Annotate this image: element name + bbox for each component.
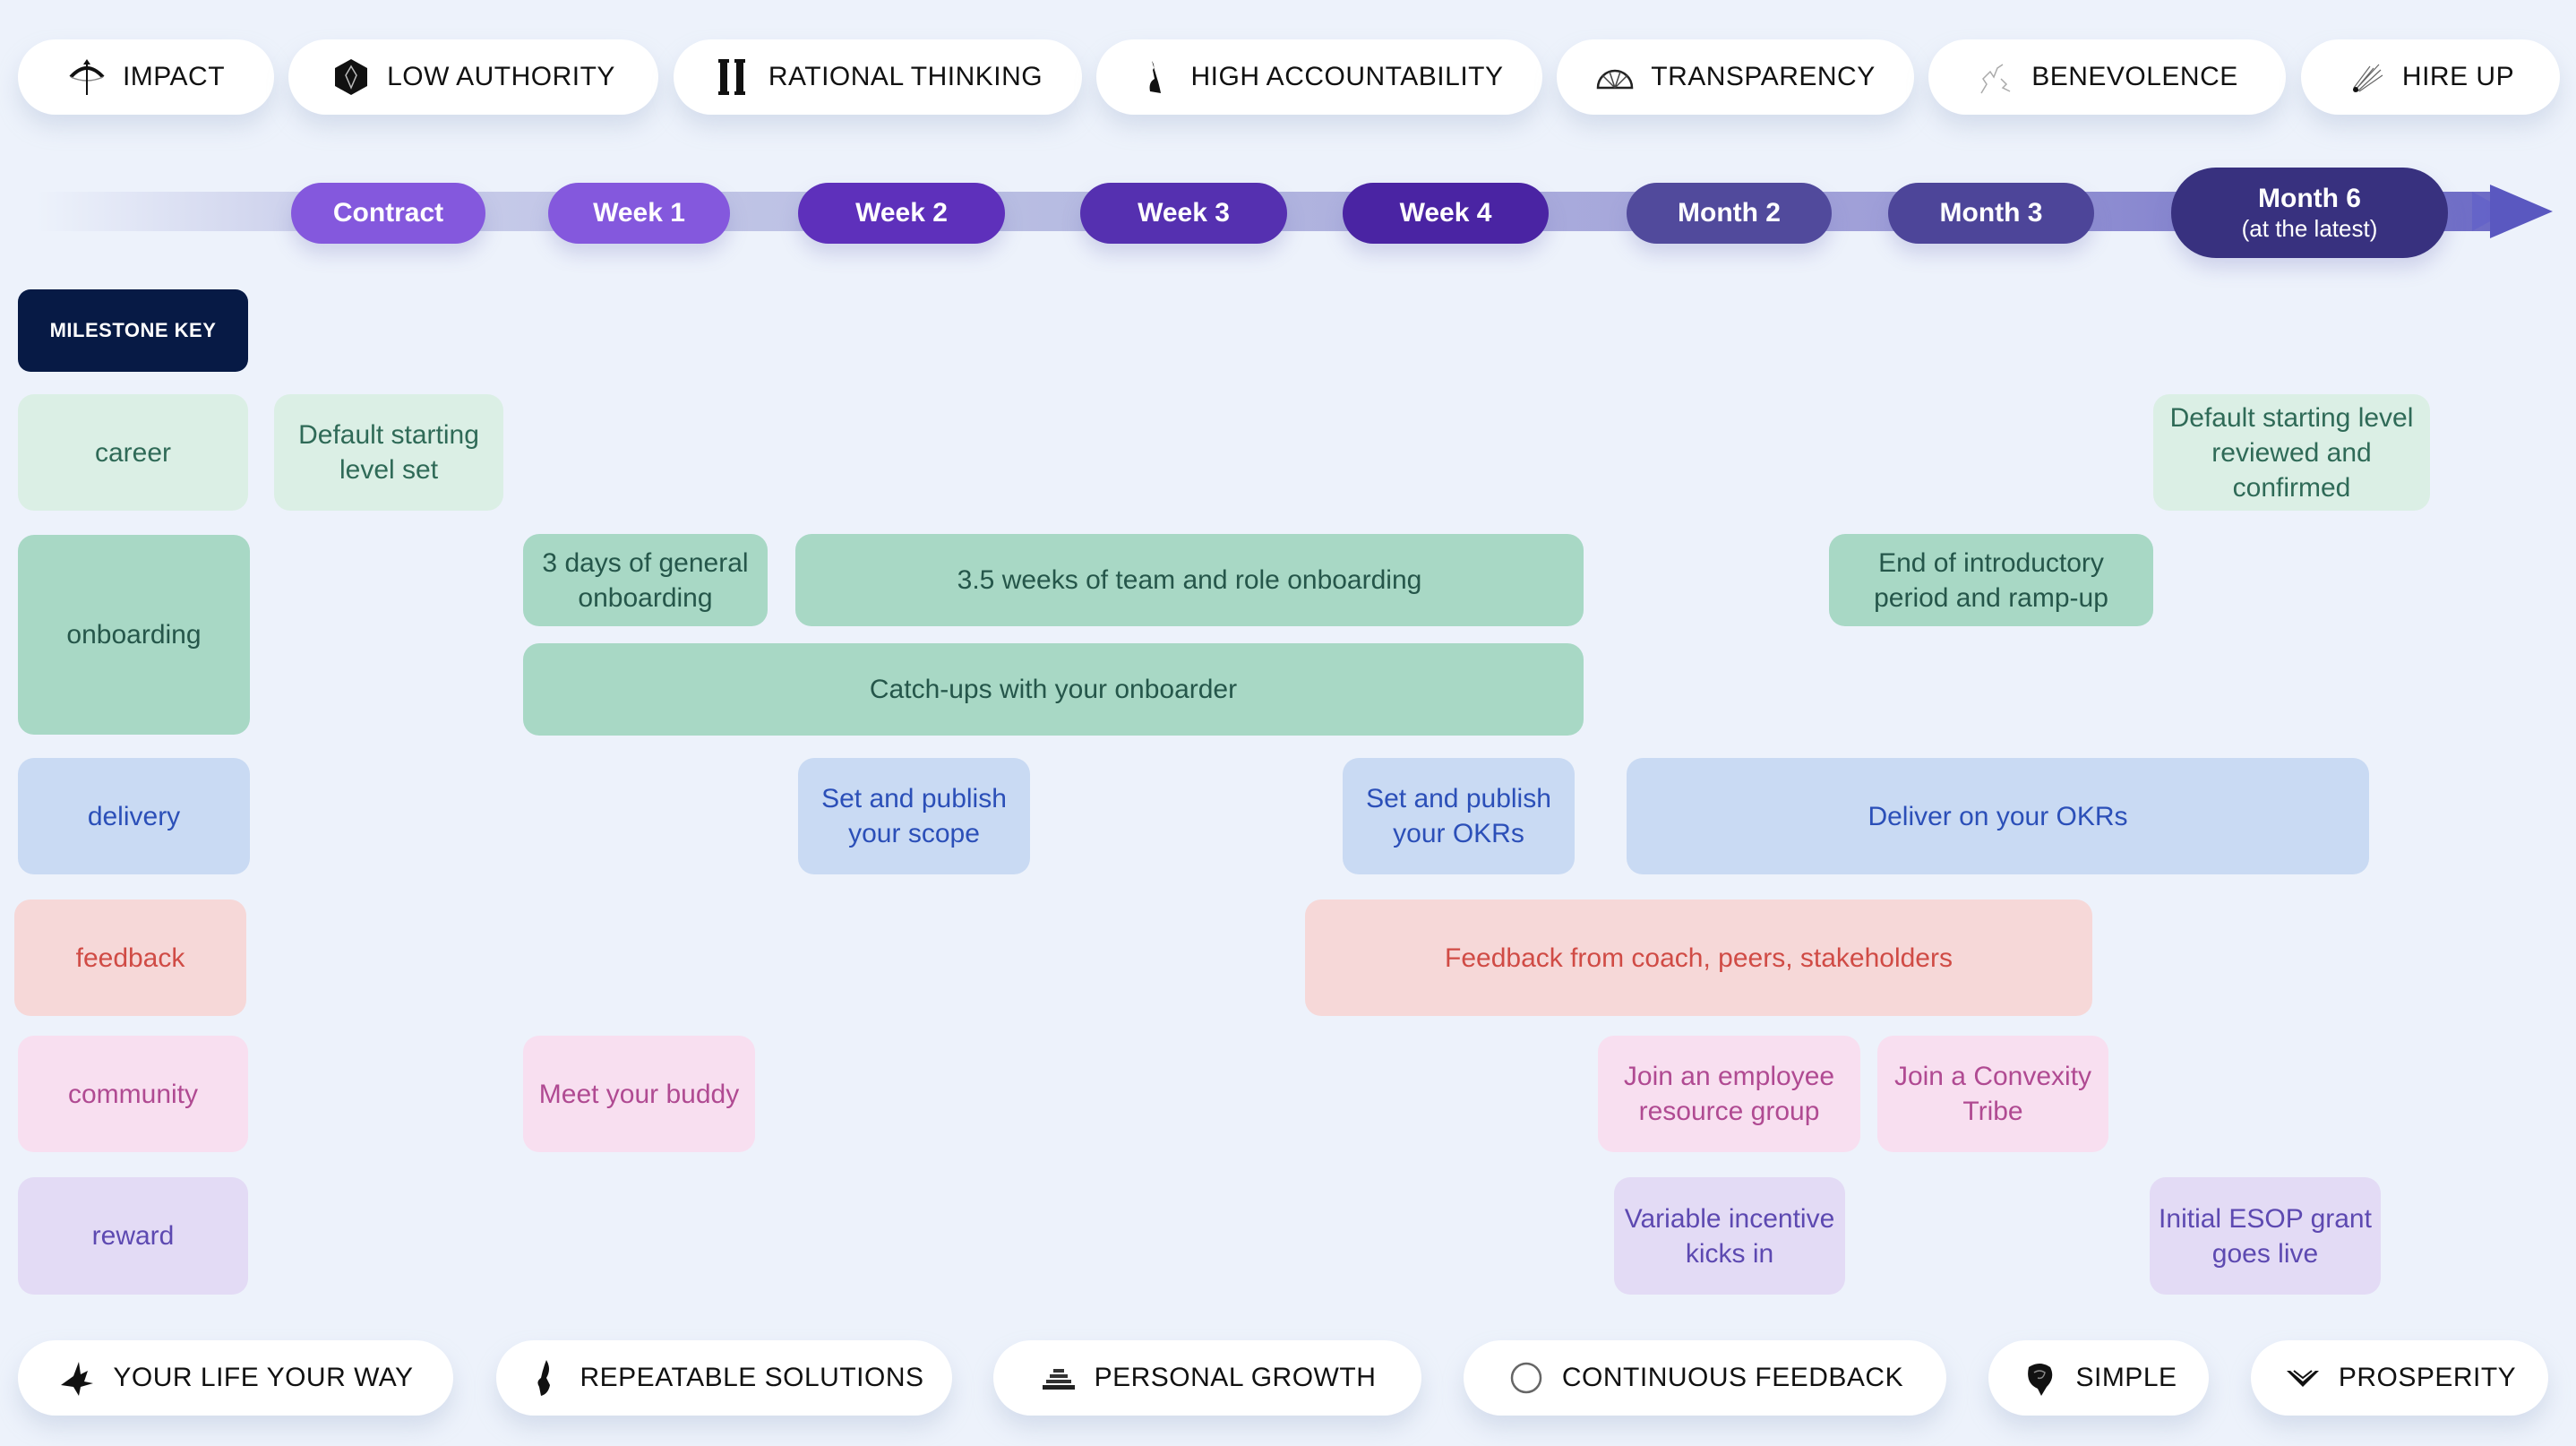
category-onboarding: onboarding bbox=[18, 535, 250, 735]
item-onboarding-end: End of introductory period and ramp-up bbox=[1829, 534, 2153, 626]
value-label: CONTINUOUS FEEDBACK bbox=[1561, 1363, 1904, 1392]
value-label: PERSONAL GROWTH bbox=[1094, 1363, 1377, 1392]
value-label: REPEATABLE SOLUTIONS bbox=[580, 1363, 924, 1392]
value-pill-continuous-feedback: CONTINUOUS FEEDBACK bbox=[1464, 1340, 1946, 1416]
value-pill-hire-up: HIRE UP bbox=[2301, 39, 2560, 115]
milestone-label: Week 2 bbox=[855, 198, 948, 228]
item-onboarding-catchups: Catch-ups with your onboarder bbox=[523, 643, 1584, 736]
value-label: SIMPLE bbox=[2075, 1363, 2177, 1392]
bird-wing-icon bbox=[61, 1362, 94, 1396]
milestone-sublabel: (at the latest) bbox=[2241, 214, 2378, 242]
item-delivery-scope: Set and publish your scope bbox=[798, 758, 1030, 874]
ring-icon bbox=[1510, 1362, 1542, 1394]
value-pill-high-accountability: HIGH ACCOUNTABILITY bbox=[1096, 39, 1542, 115]
item-career-start: Default starting level set bbox=[274, 394, 503, 511]
value-label: HIGH ACCOUNTABILITY bbox=[1190, 62, 1504, 91]
value-label: YOUR LIFE YOUR WAY bbox=[113, 1363, 414, 1392]
hexagon-leaf-icon bbox=[335, 59, 368, 95]
value-pill-impact: IMPACT bbox=[18, 39, 274, 115]
value-pill-personal-growth: PERSONAL GROWTH bbox=[993, 1340, 1421, 1416]
milestone-label: Month 3 bbox=[1939, 198, 2043, 228]
chevron-down-double-icon bbox=[2286, 1370, 2319, 1387]
timeline-arrowhead bbox=[2490, 185, 2553, 238]
value-pill-rational-thinking: RATIONAL THINKING bbox=[674, 39, 1082, 115]
bow-arrow-icon bbox=[69, 59, 105, 95]
category-feedback: feedback bbox=[14, 899, 246, 1016]
milestone-month-3: Month 3 bbox=[1888, 183, 2094, 244]
pillars-icon bbox=[717, 59, 745, 95]
value-label: BENEVOLENCE bbox=[2031, 62, 2238, 91]
value-pill-simple: SIMPLE bbox=[1988, 1340, 2209, 1416]
milestone-label: Month 6 bbox=[2258, 183, 2361, 213]
value-label: RATIONAL THINKING bbox=[768, 62, 1043, 91]
feather-burst-icon bbox=[2352, 64, 2383, 92]
milestone-label: Week 4 bbox=[1399, 198, 1492, 228]
stacked-steps-icon bbox=[1042, 1369, 1075, 1390]
category-career: career bbox=[18, 394, 248, 511]
item-career-review: Default starting level reviewed and conf… bbox=[2153, 394, 2430, 511]
item-community-tribe: Join a Convexity Tribe bbox=[1877, 1036, 2108, 1152]
category-delivery: delivery bbox=[18, 758, 250, 874]
torch-hand-icon bbox=[1149, 61, 1161, 93]
milestone-week-2: Week 2 bbox=[798, 183, 1005, 244]
value-pill-prosperity: PROSPERITY bbox=[2251, 1340, 2548, 1416]
cracked-line-icon bbox=[1980, 64, 2011, 94]
milestone-month-2: Month 2 bbox=[1627, 183, 1832, 244]
category-community: community bbox=[18, 1036, 248, 1152]
milestone-contract: Contract bbox=[291, 183, 485, 244]
milestone-label: Contract bbox=[332, 198, 444, 228]
milestone-month-6: Month 6 (at the latest) bbox=[2171, 168, 2448, 258]
value-label: TRANSPARENCY bbox=[1651, 62, 1876, 91]
value-label: LOW AUTHORITY bbox=[387, 62, 615, 91]
item-community-erg: Join an employee resource group bbox=[1598, 1036, 1860, 1152]
milestone-label: Week 1 bbox=[593, 198, 685, 228]
value-pill-your-life-your-way: YOUR LIFE YOUR WAY bbox=[18, 1340, 453, 1416]
milestone-week-3: Week 3 bbox=[1080, 183, 1287, 244]
milestone-week-4: Week 4 bbox=[1343, 183, 1549, 244]
fan-window-icon bbox=[1596, 69, 1634, 90]
category-reward: reward bbox=[18, 1177, 248, 1295]
milestone-week-1: Week 1 bbox=[548, 183, 730, 244]
milestone-key: MILESTONE KEY bbox=[18, 289, 248, 372]
item-onboarding-general: 3 days of general onboarding bbox=[523, 534, 768, 626]
item-feedback-coach: Feedback from coach, peers, stakeholders bbox=[1305, 899, 2092, 1016]
value-pill-repeatable-solutions: REPEATABLE SOLUTIONS bbox=[496, 1340, 952, 1416]
value-pill-low-authority: LOW AUTHORITY bbox=[288, 39, 658, 115]
milestone-label: Week 3 bbox=[1138, 198, 1230, 228]
value-pill-transparency: TRANSPARENCY bbox=[1557, 39, 1914, 115]
item-delivery-deliver: Deliver on your OKRs bbox=[1627, 758, 2369, 874]
hand-feather-icon bbox=[537, 1360, 550, 1396]
value-label: PROSPERITY bbox=[2338, 1363, 2517, 1392]
value-pill-benevolence: BENEVOLENCE bbox=[1928, 39, 2286, 115]
value-label: HIRE UP bbox=[2401, 62, 2515, 91]
item-reward-esop: Initial ESOP grant goes live bbox=[2150, 1177, 2381, 1295]
rose-icon bbox=[2028, 1364, 2053, 1396]
item-community-buddy: Meet your buddy bbox=[523, 1036, 755, 1152]
item-reward-variable: Variable incentive kicks in bbox=[1614, 1177, 1845, 1295]
milestone-label: Month 2 bbox=[1678, 198, 1781, 228]
value-label: IMPACT bbox=[122, 62, 226, 91]
item-onboarding-team: 3.5 weeks of team and role onboarding bbox=[795, 534, 1584, 626]
item-delivery-okrs: Set and publish your OKRs bbox=[1343, 758, 1575, 874]
